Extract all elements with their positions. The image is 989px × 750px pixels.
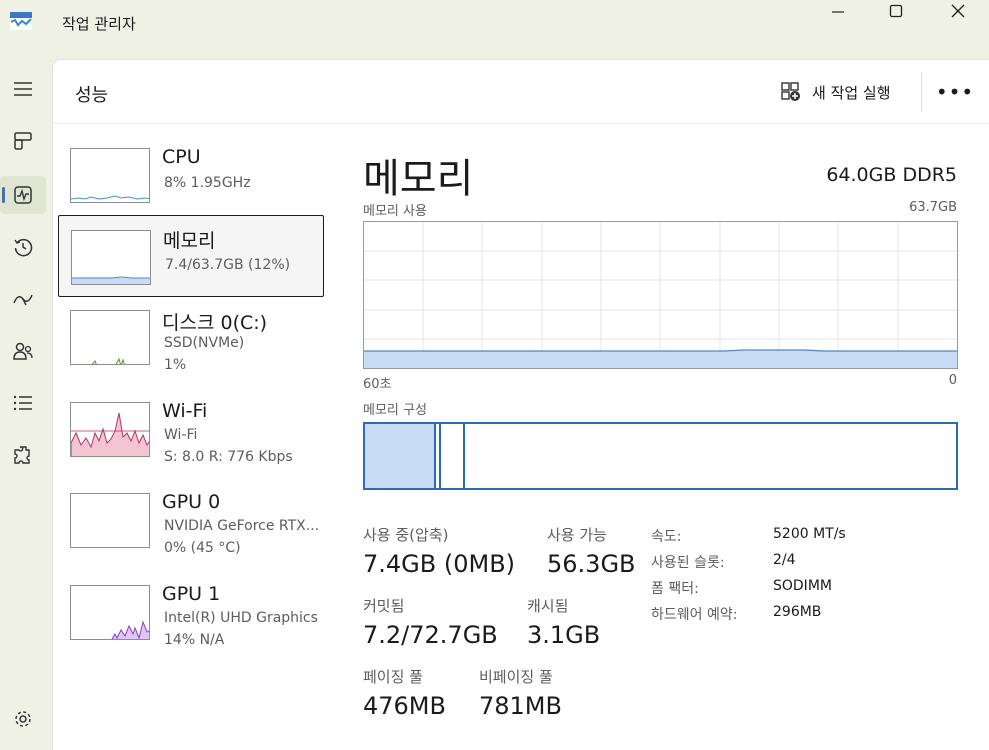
device-detail: 0% (45 °C) [164,540,241,556]
services-icon [14,446,30,464]
close-icon [951,4,965,18]
task-manager-app-icon [10,12,32,30]
maximize-button[interactable] [873,0,919,22]
device-detail: S: 8.0 R: 776 Kbps [164,449,293,465]
memory-spec: 64.0GB DDR5 [826,164,957,186]
stat-available-label: 사용 가능 [547,526,607,544]
memory-usage-label: 메모리 사용 [363,204,427,219]
device-name: 디스크 0(C:) [162,312,268,334]
processes-icon [14,132,32,150]
new-task-icon [781,82,800,101]
performance-icon [14,186,32,204]
memory-composition-bar [363,422,958,490]
device-detail: Wi-Fi [164,427,198,443]
device-name: Wi-Fi [162,400,208,422]
minimize-icon [832,11,844,13]
title-bar: 작업 관리자 [0,0,989,50]
device-detail: Intel(R) UHD Graphics [164,610,318,626]
nav-processes[interactable] [0,122,46,160]
nav-app-history[interactable] [0,228,46,266]
users-icon [13,342,33,360]
device-detail: 1% [164,357,187,373]
prop-speed-label: 속도: [651,529,682,545]
stat-paged-pool-label: 페이징 풀 [363,668,423,686]
device-name: GPU 0 [162,491,221,513]
header-divider [921,72,922,112]
settings-icon [15,711,31,727]
device-name: 메모리 [163,230,216,252]
disk-thumbnail-graph [70,310,150,365]
prop-form-factor-value: SODIMM [773,578,832,594]
memory-usage-graph [363,221,958,369]
device-item-disk[interactable]: 디스크 0(C:) SSD(NVMe) 1% [58,300,324,382]
stat-in-use-label: 사용 중(압축) [363,526,449,544]
run-new-task-button[interactable]: 새 작업 실행 [780,78,891,106]
stat-cached-label: 캐시됨 [527,597,569,615]
prop-speed-value: 5200 MT/s [773,526,846,542]
minimize-button[interactable] [815,0,861,22]
close-button[interactable] [935,0,981,22]
nav-users[interactable] [0,332,46,370]
nav-services[interactable] [0,436,46,474]
device-item-wifi[interactable]: Wi-Fi Wi-Fi S: 8.0 R: 776 Kbps [58,392,324,474]
main-panel: 성능 새 작업 실행 ••• CPU 8% 1.95GHz 메모리 7.4/63… [52,59,989,750]
composition-in-use [365,424,436,488]
nav-startup-apps[interactable] [0,280,46,318]
device-detail: NVIDIA GeForce RTX... [164,518,320,534]
nav-performance[interactable] [0,176,46,214]
stat-nonpaged-pool-label: 비페이징 풀 [479,668,553,686]
graph-time-end: 0 [948,373,957,388]
gpu0-thumbnail-graph [70,493,150,548]
prop-hardware-reserved-label: 하드웨어 예약: [651,607,738,623]
device-detail: 14% N/A [164,632,225,648]
stat-cached-value: 3.1GB [527,621,601,649]
device-detail: SSD(NVMe) [164,335,245,351]
device-detail: 7.4/63.7GB (12%) [165,257,291,273]
device-item-cpu[interactable]: CPU 8% 1.95GHz [58,138,324,220]
memory-thumbnail-graph [71,230,151,285]
run-new-task-label: 새 작업 실행 [812,83,891,102]
cpu-thumbnail-graph [70,148,150,203]
device-detail: 8% 1.95GHz [164,175,251,191]
prop-slots-label: 사용된 슬롯: [651,555,725,571]
details-icon [13,395,32,411]
stat-nonpaged-pool-value: 781MB [479,692,562,720]
device-name: CPU [162,146,201,168]
stat-in-use-value: 7.4GB (0MB) [363,550,516,578]
hamburger-menu-icon [14,82,32,96]
stat-committed-value: 7.2/72.7GB [363,621,498,649]
detail-title: 메모리 [363,156,474,202]
page-header: 성능 새 작업 실행 ••• [53,60,989,124]
composition-modified [439,424,441,488]
prop-slots-value: 2/4 [773,552,796,568]
stat-paged-pool-value: 476MB [363,692,446,720]
startup-apps-icon [13,294,33,306]
app-history-icon [14,238,33,257]
memory-composition-label: 메모리 구성 [363,403,427,418]
stat-available-value: 56.3GB [547,550,636,578]
stat-committed-label: 커밋됨 [363,597,405,615]
device-name: GPU 1 [162,583,221,605]
more-options-button[interactable]: ••• [935,78,975,106]
device-item-gpu1[interactable]: GPU 1 Intel(R) UHD Graphics 14% N/A [58,575,324,657]
memory-usage-max: 63.7GB [909,200,957,215]
prop-hardware-reserved-value: 296MB [773,604,822,620]
wifi-thumbnail-graph [70,402,150,457]
gpu1-thumbnail-graph [70,585,150,640]
page-title: 성능 [75,85,109,106]
device-item-memory[interactable]: 메모리 7.4/63.7GB (12%) [58,215,324,297]
nav-menu-button[interactable] [0,70,46,108]
device-item-gpu0[interactable]: GPU 0 NVIDIA GeForce RTX... 0% (45 °C) [58,483,324,565]
maximize-icon [889,4,903,18]
nav-details[interactable] [0,384,46,422]
more-options-icon: ••• [935,80,975,104]
graph-time-start: 60초 [363,377,392,392]
composition-standby [463,424,465,488]
window-title: 작업 관리자 [62,15,136,33]
nav-settings[interactable] [0,700,46,738]
prop-form-factor-label: 폼 팩터: [651,581,699,597]
